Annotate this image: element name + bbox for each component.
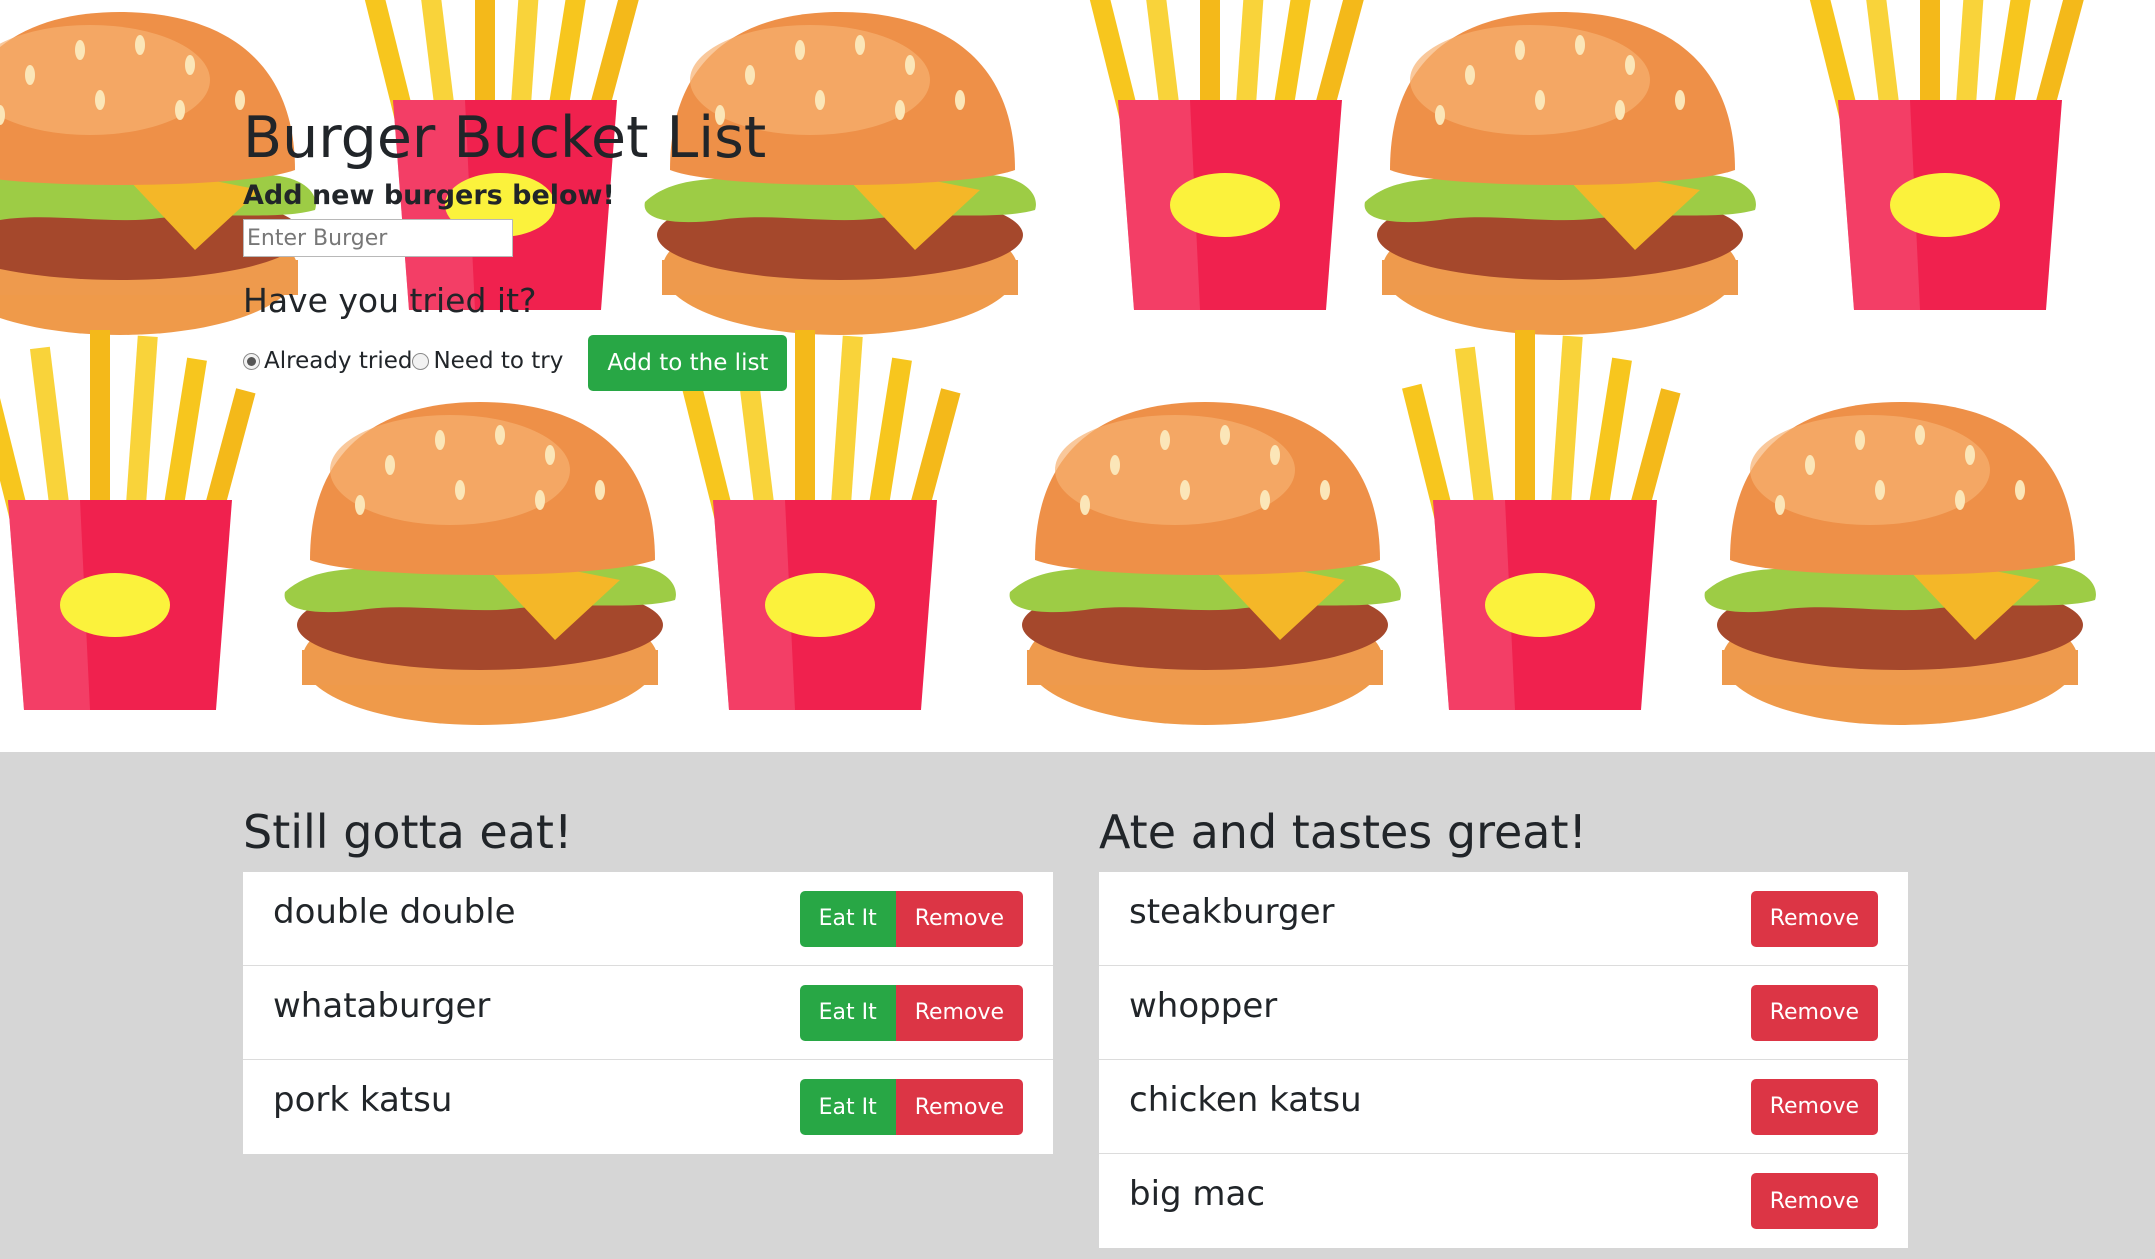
- list-item: steakburger Remove: [1099, 872, 1908, 966]
- remove-button[interactable]: Remove: [895, 1079, 1023, 1135]
- add-burger-form: Burger Bucket List Add new burgers below…: [243, 100, 788, 391]
- burger-name: big mac: [1129, 1174, 1266, 1214]
- list-item: whopper Remove: [1099, 966, 1908, 1060]
- burger-name: chicken katsu: [1129, 1079, 1362, 1120]
- radio-already-tried[interactable]: [243, 352, 260, 370]
- burger-name: whataburger: [273, 985, 491, 1026]
- page-title: Burger Bucket List: [243, 105, 767, 171]
- burger-name: pork katsu: [273, 1080, 453, 1120]
- burger-name: whopper: [1129, 985, 1278, 1026]
- list-item: whataburger Eat It Remove: [243, 966, 1053, 1060]
- list-item: chicken katsu Remove: [1099, 1060, 1908, 1154]
- item-actions: Eat It Remove: [799, 1079, 1023, 1135]
- burger-name-input[interactable]: [243, 219, 513, 257]
- ate-and-tastes-great-column: Ate and tastes great! steakburger Remove…: [1099, 800, 1908, 1248]
- remove-button[interactable]: Remove: [1750, 890, 1878, 947]
- eat-it-button[interactable]: Eat It: [799, 1079, 896, 1135]
- radio-need-to-try[interactable]: [412, 352, 430, 370]
- list-item: big mac Remove: [1099, 1154, 1908, 1248]
- radio-already-tried-label[interactable]: Already tried: [264, 348, 412, 374]
- tried-question: Have you tried it?: [243, 281, 537, 320]
- still-gotta-eat-list: double double Eat It Remove whataburger …: [243, 872, 1053, 1154]
- eat-it-button[interactable]: Eat It: [799, 984, 896, 1041]
- burger-name: double double: [273, 891, 516, 932]
- eat-it-button[interactable]: Eat It: [799, 890, 896, 947]
- item-actions: Eat It Remove: [799, 890, 1023, 947]
- tried-radio-group: Already tried Need to try Add to the lis…: [243, 333, 788, 391]
- remove-button[interactable]: Remove: [895, 890, 1023, 947]
- add-instructions: Add new burgers below!: [243, 180, 615, 211]
- radio-need-to-try-label[interactable]: Need to try: [433, 348, 563, 374]
- ate-and-tastes-great-heading: Ate and tastes great!: [1099, 805, 1587, 859]
- remove-button[interactable]: Remove: [1750, 984, 1878, 1041]
- still-gotta-eat-column: Still gotta eat! double double Eat It Re…: [243, 800, 1053, 1154]
- remove-button[interactable]: Remove: [1750, 1078, 1878, 1135]
- burger-lists-section: Still gotta eat! double double Eat It Re…: [0, 752, 2155, 1259]
- still-gotta-eat-heading: Still gotta eat!: [243, 805, 573, 859]
- add-to-list-button[interactable]: Add to the list: [588, 334, 788, 391]
- item-actions: Eat It Remove: [799, 984, 1023, 1041]
- remove-button[interactable]: Remove: [1750, 1173, 1878, 1229]
- remove-button[interactable]: Remove: [895, 984, 1023, 1041]
- list-item: double double Eat It Remove: [243, 872, 1053, 966]
- hero-banner: Burger Bucket List Add new burgers below…: [0, 0, 2155, 752]
- ate-and-tastes-great-list: steakburger Remove whopper Remove chicke…: [1099, 872, 1908, 1248]
- burger-name: steakburger: [1129, 891, 1335, 932]
- list-item: pork katsu Eat It Remove: [243, 1060, 1053, 1154]
